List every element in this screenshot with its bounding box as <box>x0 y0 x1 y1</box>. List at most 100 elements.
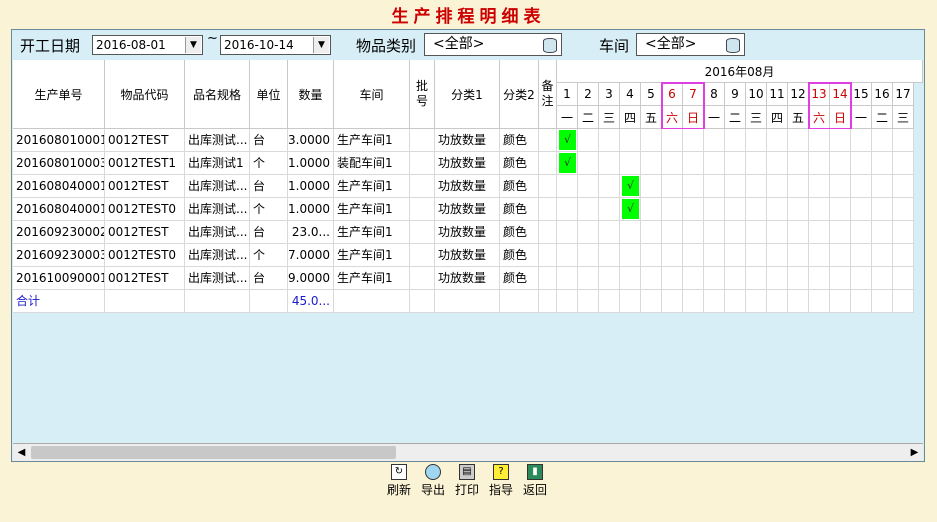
day-cell[interactable] <box>788 221 809 244</box>
day-cell[interactable] <box>809 267 830 290</box>
day-cell[interactable] <box>746 152 767 175</box>
scroll-left-icon[interactable]: ◀ <box>13 444 30 461</box>
day-cell[interactable] <box>641 267 662 290</box>
day-cell[interactable] <box>851 198 872 221</box>
day-cell[interactable] <box>893 267 914 290</box>
day-cell[interactable] <box>641 221 662 244</box>
chevron-down-icon[interactable]: ▼ <box>185 37 201 53</box>
day-cell[interactable] <box>893 290 914 313</box>
database-icon[interactable] <box>726 38 740 53</box>
total-cell[interactable] <box>105 290 185 313</box>
table-cell[interactable]: 颜色 <box>500 198 539 221</box>
table-cell[interactable] <box>410 221 435 244</box>
table-cell[interactable]: 9.0000 <box>288 267 334 290</box>
day-cell[interactable] <box>809 152 830 175</box>
day-cell[interactable] <box>830 267 851 290</box>
scheduled-check[interactable]: √ <box>559 130 576 150</box>
day-cell[interactable] <box>809 129 830 152</box>
day-cell[interactable] <box>767 175 788 198</box>
day-cell[interactable] <box>725 129 746 152</box>
day-cell[interactable] <box>704 221 725 244</box>
day-cell[interactable] <box>725 290 746 313</box>
date-from-select[interactable]: 2016-08-01 ▼ <box>92 35 203 55</box>
day-cell[interactable] <box>893 129 914 152</box>
day-cell[interactable] <box>851 175 872 198</box>
day-cell[interactable] <box>746 129 767 152</box>
day-cell[interactable] <box>725 175 746 198</box>
day-cell[interactable] <box>893 175 914 198</box>
day-cell[interactable] <box>809 198 830 221</box>
table-cell[interactable]: 台 <box>250 129 288 152</box>
day-cell[interactable] <box>557 244 578 267</box>
day-cell[interactable] <box>767 129 788 152</box>
day-cell[interactable] <box>599 152 620 175</box>
day-cell[interactable] <box>599 290 620 313</box>
day-cell[interactable] <box>851 290 872 313</box>
day-cell[interactable] <box>641 129 662 152</box>
remark-cell[interactable] <box>539 129 557 152</box>
table-cell[interactable] <box>410 198 435 221</box>
day-cell[interactable] <box>893 221 914 244</box>
table-cell[interactable]: 功放数量 <box>435 221 500 244</box>
day-cell[interactable] <box>662 221 683 244</box>
remark-cell[interactable] <box>539 198 557 221</box>
col-header-batch[interactable]: 批号 <box>410 60 435 129</box>
day-cell[interactable] <box>746 290 767 313</box>
table-cell[interactable]: 201609230002 <box>13 221 105 244</box>
day-cell[interactable] <box>662 129 683 152</box>
table-cell[interactable]: 功放数量 <box>435 129 500 152</box>
day-cell[interactable] <box>788 267 809 290</box>
day-cell[interactable] <box>872 290 893 313</box>
day-cell[interactable] <box>830 129 851 152</box>
day-cell[interactable] <box>767 267 788 290</box>
day-cell[interactable] <box>830 221 851 244</box>
remark-cell[interactable] <box>539 152 557 175</box>
day-cell[interactable] <box>683 290 704 313</box>
day-cell[interactable] <box>851 267 872 290</box>
day-cell[interactable] <box>557 267 578 290</box>
col-header-unit[interactable]: 单位 <box>250 60 288 129</box>
scroll-right-icon[interactable]: ▶ <box>906 444 923 461</box>
table-cell[interactable]: 生产车间1 <box>334 198 410 221</box>
table-cell[interactable] <box>410 129 435 152</box>
col-header-qty[interactable]: 数量 <box>288 60 334 129</box>
table-cell[interactable]: 23.0... <box>288 221 334 244</box>
table-cell[interactable]: 0012TEST0 <box>105 198 185 221</box>
table-cell[interactable]: 出库测试1 <box>185 152 250 175</box>
table-cell[interactable]: 颜色 <box>500 152 539 175</box>
col-header-workshop[interactable]: 车间 <box>334 60 410 129</box>
guide-button[interactable]: ? 指导 <box>484 464 518 500</box>
day-cell[interactable] <box>767 244 788 267</box>
day-cell[interactable] <box>872 221 893 244</box>
table-cell[interactable]: 颜色 <box>500 244 539 267</box>
remark-cell[interactable] <box>539 175 557 198</box>
day-cell[interactable] <box>872 129 893 152</box>
scheduled-check[interactable]: √ <box>622 176 639 196</box>
chevron-down-icon[interactable]: ▼ <box>313 37 329 53</box>
day-cell[interactable] <box>599 129 620 152</box>
table-cell[interactable]: 颜色 <box>500 221 539 244</box>
table-cell[interactable]: 3.0000 <box>288 129 334 152</box>
day-cell[interactable] <box>830 152 851 175</box>
table-cell[interactable]: 功放数量 <box>435 152 500 175</box>
table-cell[interactable]: 生产车间1 <box>334 129 410 152</box>
day-cell[interactable] <box>872 267 893 290</box>
table-cell[interactable]: 出库测试... <box>185 221 250 244</box>
day-cell[interactable] <box>578 175 599 198</box>
table-cell[interactable]: 出库测试... <box>185 267 250 290</box>
col-header-order[interactable]: 生产单号 <box>13 60 105 129</box>
day-cell[interactable] <box>662 175 683 198</box>
col-header-cat1[interactable]: 分类1 <box>435 60 500 129</box>
day-cell[interactable] <box>704 244 725 267</box>
col-header-remark[interactable]: 备注 <box>539 60 557 129</box>
refresh-button[interactable]: ↻ 刷新 <box>382 464 416 500</box>
day-cell[interactable] <box>767 221 788 244</box>
day-cell[interactable] <box>851 152 872 175</box>
day-cell[interactable] <box>578 221 599 244</box>
day-cell[interactable] <box>599 175 620 198</box>
day-cell[interactable] <box>725 267 746 290</box>
total-cell[interactable]: 45.0... <box>288 290 334 313</box>
table-cell[interactable]: 1.0000 <box>288 152 334 175</box>
day-cell[interactable] <box>893 244 914 267</box>
day-cell[interactable] <box>725 221 746 244</box>
